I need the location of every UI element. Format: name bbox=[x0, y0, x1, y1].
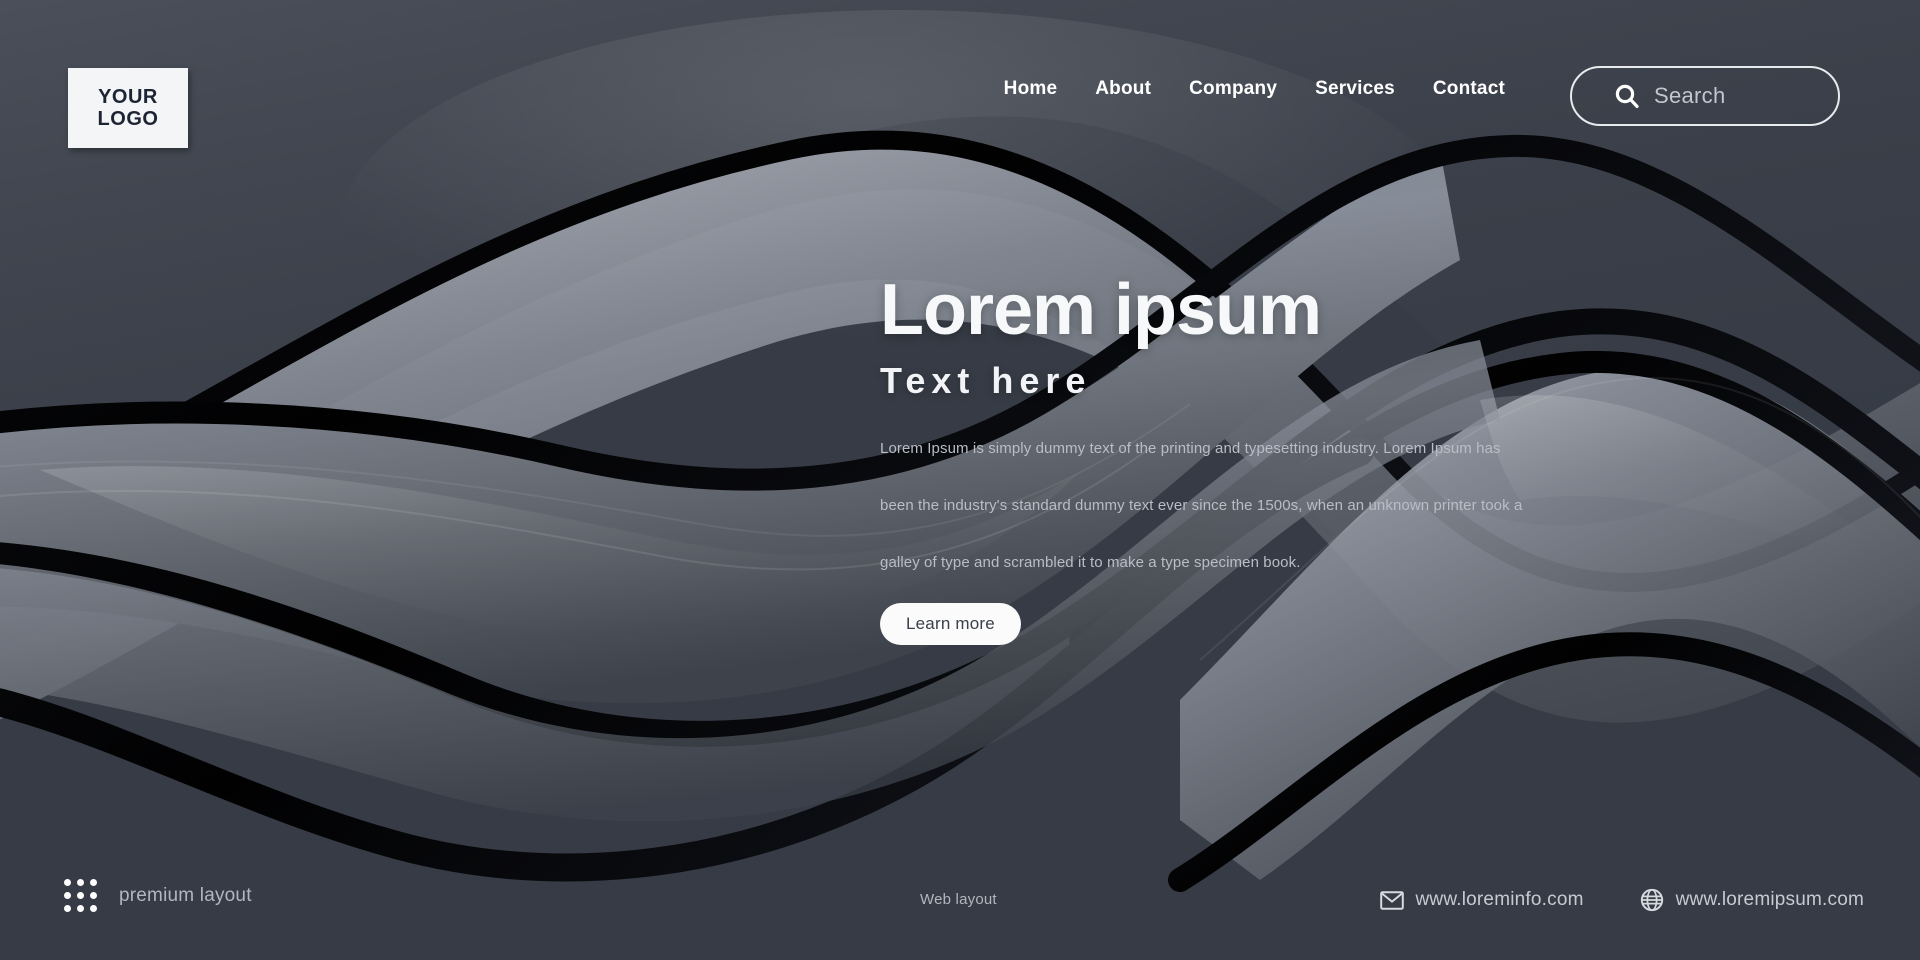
footer-links: www.loreminfo.com www.loremipsum.com bbox=[1379, 888, 1864, 912]
search-icon bbox=[1615, 84, 1639, 108]
hero-subtitle: Text here bbox=[880, 360, 1092, 401]
landing-page: YOUR LOGO Home About Company Services Co… bbox=[0, 0, 1920, 960]
main-navigation: Home About Company Services Contact bbox=[1004, 78, 1505, 100]
footer-website-label: www.loremipsum.com bbox=[1675, 889, 1864, 910]
site-footer: premium layout Web layout www.loreminfo.… bbox=[0, 830, 1920, 960]
search-placeholder: Search bbox=[1654, 83, 1726, 108]
learn-more-button[interactable]: Learn more bbox=[880, 603, 1021, 645]
envelope-icon bbox=[1379, 890, 1404, 910]
nav-item-about[interactable]: About bbox=[1095, 78, 1151, 100]
logo-line-1: YOUR bbox=[98, 86, 158, 108]
site-header: YOUR LOGO Home About Company Services Co… bbox=[0, 0, 1920, 190]
nav-item-contact[interactable]: Contact bbox=[1433, 78, 1505, 100]
hero-paragraph-line-3: galley of type and scrambled it to make … bbox=[880, 554, 1301, 571]
nav-item-services[interactable]: Services bbox=[1315, 78, 1395, 100]
footer-center-label: Web layout bbox=[920, 891, 997, 908]
hero-paragraph-line-2: been the industry's standard dummy text … bbox=[880, 497, 1523, 514]
nav-item-company[interactable]: Company bbox=[1189, 78, 1277, 100]
footer-premium-label: premium layout bbox=[119, 884, 252, 906]
footer-website-link[interactable]: www.loremipsum.com bbox=[1640, 888, 1864, 912]
hero-section: Lorem ipsum Text here Lorem Ipsum is sim… bbox=[880, 270, 1523, 645]
logo[interactable]: YOUR LOGO bbox=[68, 68, 188, 148]
footer-left-group: premium layout bbox=[64, 879, 252, 912]
globe-icon bbox=[1640, 888, 1663, 912]
footer-email-label: www.loreminfo.com bbox=[1415, 889, 1584, 910]
hero-paragraph: Lorem Ipsum is simply dummy text of the … bbox=[880, 440, 1523, 571]
wave-sheen-right bbox=[1480, 395, 1920, 580]
hero-title: Lorem ipsum bbox=[880, 270, 1322, 350]
logo-line-2: LOGO bbox=[97, 108, 159, 130]
search-input[interactable]: Search bbox=[1570, 66, 1840, 126]
footer-email-link[interactable]: www.loreminfo.com bbox=[1379, 889, 1584, 911]
nav-item-home[interactable]: Home bbox=[1004, 78, 1058, 100]
hero-paragraph-line-1: Lorem Ipsum is simply dummy text of the … bbox=[880, 440, 1501, 457]
grid-dots-icon bbox=[64, 879, 97, 912]
